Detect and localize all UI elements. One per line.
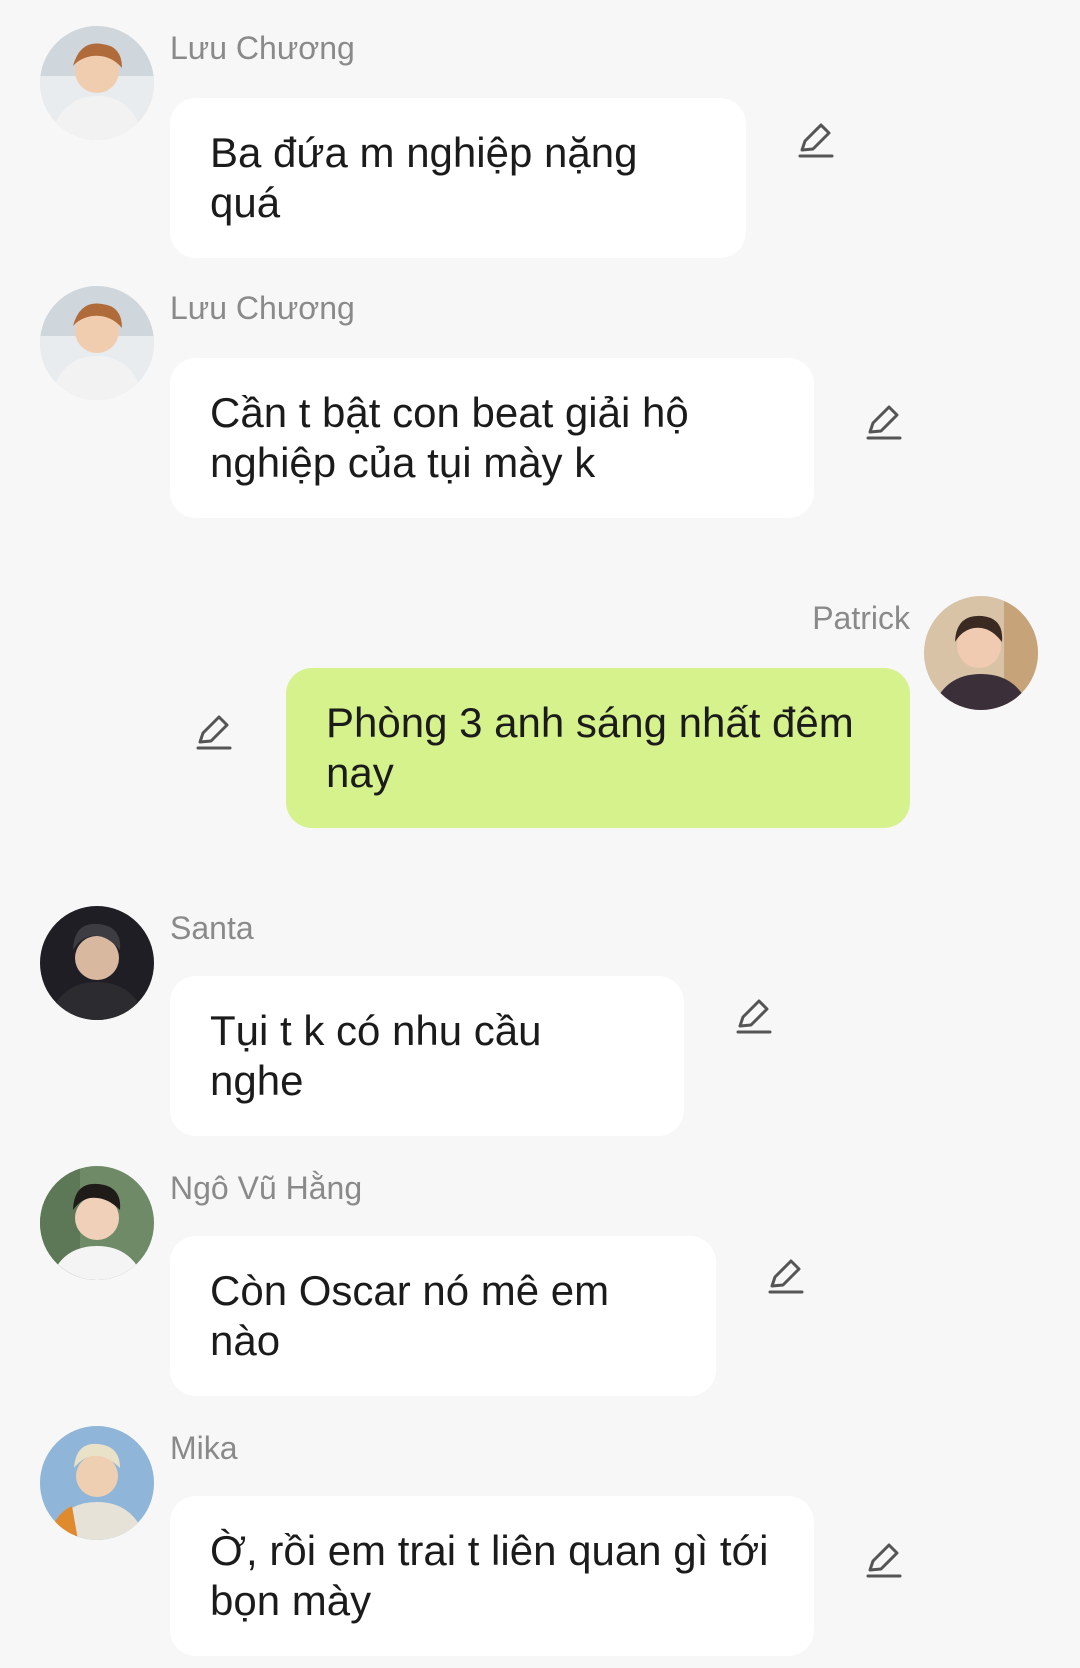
sender-name: Lưu Chương: [170, 30, 355, 66]
message-bubble[interactable]: Ờ, rồi em trai t liên quan gì tới bọn mà…: [170, 1496, 814, 1656]
edit-icon[interactable]: [194, 712, 234, 752]
edit-icon[interactable]: [766, 1256, 806, 1296]
avatar[interactable]: [40, 1426, 154, 1540]
avatar[interactable]: [40, 1166, 154, 1280]
avatar[interactable]: [40, 906, 154, 1020]
edit-icon[interactable]: [734, 996, 774, 1036]
edit-icon[interactable]: [864, 402, 904, 442]
edit-icon[interactable]: [864, 1540, 904, 1580]
sender-name: Santa: [170, 910, 254, 946]
sender-name: Mika: [170, 1430, 238, 1466]
avatar[interactable]: [924, 596, 1038, 710]
message-bubble[interactable]: Ba đứa m nghiệp nặng quá: [170, 98, 746, 258]
edit-icon[interactable]: [796, 120, 836, 160]
message-bubble[interactable]: Phòng 3 anh sáng nhất đêm nay: [286, 668, 910, 828]
sender-name: Patrick: [812, 600, 910, 636]
message-bubble[interactable]: Cần t bật con beat giải hộ nghiệp của tụ…: [170, 358, 814, 518]
avatar[interactable]: [40, 26, 154, 140]
message-bubble[interactable]: Còn Oscar nó mê em nào: [170, 1236, 716, 1396]
avatar[interactable]: [40, 286, 154, 400]
sender-name: Lưu Chương: [170, 290, 355, 326]
message-bubble[interactable]: Tụi t k có nhu cầu nghe: [170, 976, 684, 1136]
sender-name: Ngô Vũ Hằng: [170, 1170, 363, 1206]
